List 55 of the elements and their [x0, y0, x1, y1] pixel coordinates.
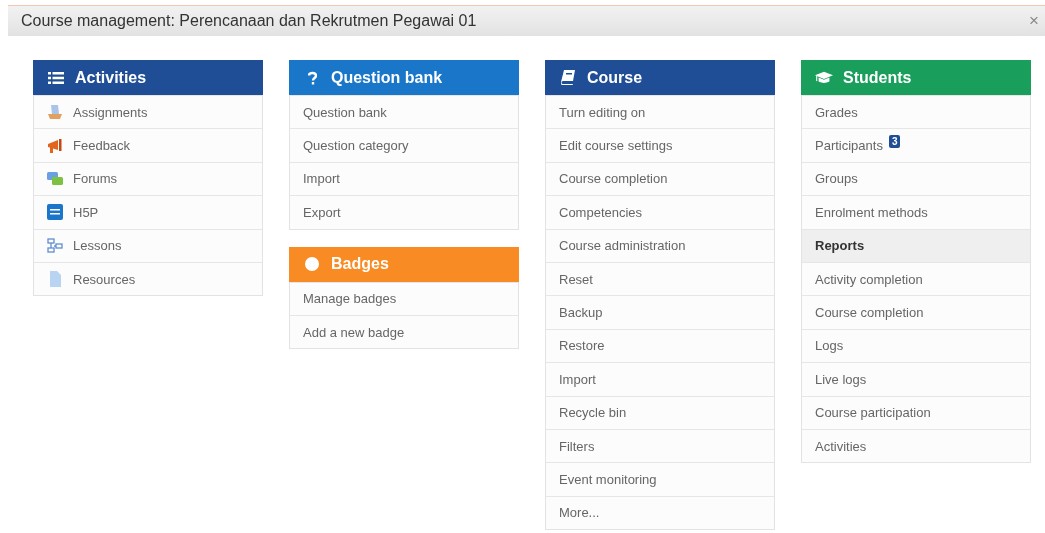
menu-item-label: Edit course settings — [559, 138, 673, 154]
panel-title: Students — [843, 68, 912, 87]
menu-item-label: Course participation — [815, 405, 931, 421]
menu-item-label: Competencies — [559, 204, 643, 220]
megaphone-icon — [47, 137, 63, 154]
menu-item-label: Forums — [73, 171, 118, 187]
menu-item-label: Question category — [303, 138, 409, 154]
panel-title: Course — [587, 68, 643, 87]
menu-item-label: More... — [559, 505, 600, 521]
flowchart-icon — [47, 237, 63, 254]
menu-item-label: Grades — [815, 104, 858, 120]
graduation-cap-icon — [815, 70, 833, 85]
menu-item-label: Activities — [815, 438, 867, 454]
menu-item-label: Import — [559, 371, 596, 387]
list-icon — [48, 70, 64, 85]
panel-title: Activities — [75, 68, 147, 87]
menu-item-label: Restore — [559, 338, 605, 354]
menu-item-label: Resources — [73, 271, 136, 287]
menu-item-label: Lessons — [73, 238, 122, 254]
menu-item-label: Add a new badge — [303, 324, 405, 340]
menu-item-label: Participants — [815, 138, 883, 154]
menu-item[interactable]: Reports — [802, 228, 1030, 262]
circle-icon — [305, 257, 319, 272]
question-icon — [307, 70, 317, 85]
menu-item-label: Live logs — [815, 371, 867, 387]
menu-item-label: Import — [303, 171, 340, 187]
close-button[interactable]: × — [1029, 11, 1039, 31]
menu-item-label: Filters — [559, 438, 595, 454]
panel-title: Question bank — [331, 68, 443, 87]
menu-item-label: Export — [303, 204, 341, 220]
menu-item-label: Manage badges — [303, 291, 397, 307]
menu-item-label: Activity completion — [815, 271, 923, 287]
menu-item-label: Event monitoring — [559, 472, 657, 487]
menu-item-label: Turn editing on — [559, 104, 646, 120]
count-badge: 3 — [888, 135, 901, 149]
menu-item-label: Reports — [815, 238, 865, 254]
menu-item-label: Course completion — [815, 305, 924, 321]
chat-bubbles-icon — [47, 170, 63, 187]
menu-item-label: Backup — [559, 305, 603, 321]
menu-item-label: Assignments — [73, 104, 148, 120]
menu-item-label: Course administration — [559, 238, 686, 254]
h5p-icon — [47, 204, 63, 221]
panel-title: Badges — [331, 255, 389, 274]
menu-item-label: Question bank — [303, 104, 387, 120]
file-icon — [47, 271, 63, 288]
menu-item-label: Reset — [559, 271, 593, 287]
menu-item-label: Recycle bin — [559, 405, 627, 421]
menu-item-label: H5P — [73, 204, 99, 220]
menu-item-label: Logs — [815, 338, 844, 354]
menu-item-label: Enrolment methods — [815, 204, 928, 220]
window-title: Course management: Perencanaan dan Rekrutmen Pegawai 01 — [21, 12, 477, 30]
book-icon — [561, 70, 575, 85]
menu-item-label: Feedback — [73, 138, 131, 154]
menu-item-label: Course completion — [559, 171, 668, 187]
menu-item-label: Groups — [815, 171, 858, 187]
